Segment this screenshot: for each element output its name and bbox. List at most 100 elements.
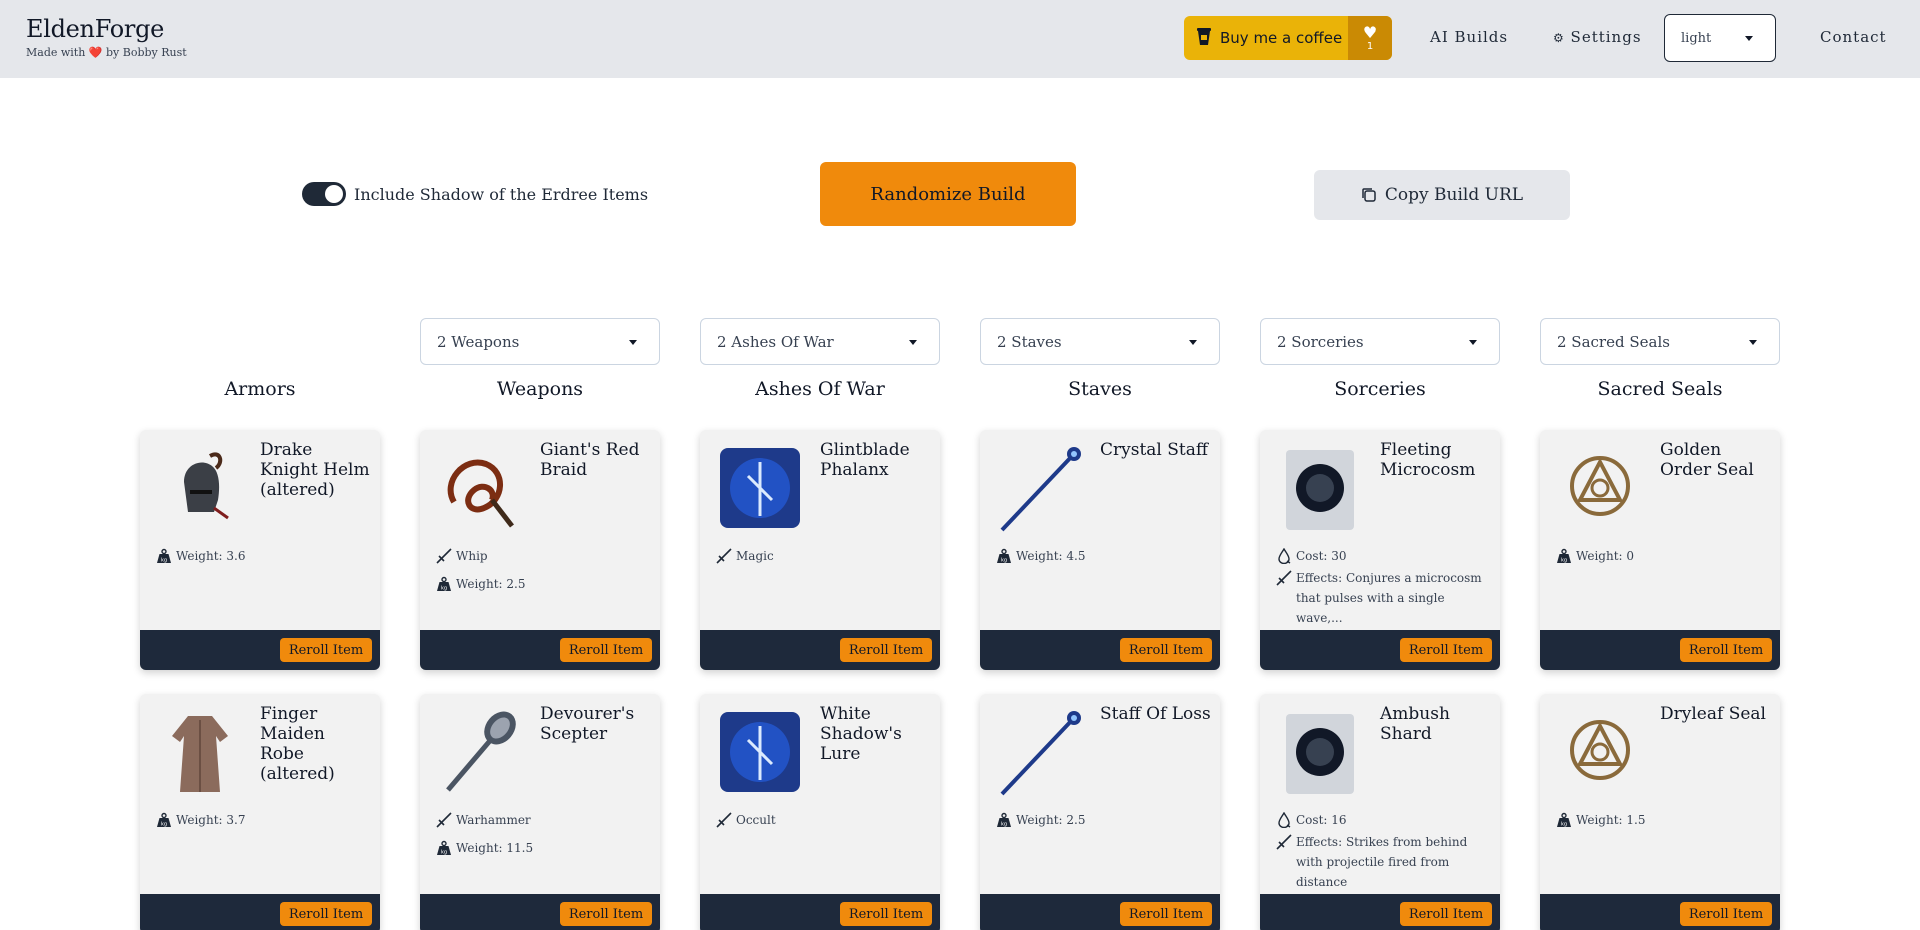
- nav-settings-label: Settings: [1570, 28, 1642, 46]
- copy-icon: [1361, 187, 1377, 203]
- sword-icon: [716, 812, 732, 828]
- item-stats: kg Weight: 1.5: [1556, 810, 1770, 838]
- item-stats: kg Weight: 2.5: [996, 810, 1210, 838]
- svg-text:kg: kg: [1001, 822, 1007, 828]
- sword-icon: [436, 812, 452, 828]
- coffee-likes[interactable]: ♥ 1: [1348, 16, 1392, 60]
- reroll-item-button[interactable]: Reroll Item: [1400, 638, 1492, 662]
- reroll-item-button[interactable]: Reroll Item: [1680, 902, 1772, 926]
- nav-ai-builds[interactable]: AI Builds: [1430, 28, 1508, 46]
- reroll-item-button[interactable]: Reroll Item: [560, 638, 652, 662]
- item-card: Staff Of Loss kg Weight: 2.5 Reroll Item: [980, 694, 1220, 930]
- brand-title[interactable]: EldenForge: [26, 14, 187, 44]
- reroll-item-button[interactable]: Reroll Item: [840, 638, 932, 662]
- copy-build-url-button[interactable]: Copy Build URL: [1314, 170, 1570, 220]
- svg-text:kg: kg: [1001, 558, 1007, 564]
- shadow-erdtree-toggle-row: Include Shadow of the Erdree Items: [302, 182, 648, 206]
- reroll-item-button[interactable]: Reroll Item: [280, 902, 372, 926]
- item-title: Glintblade Phalanx: [820, 440, 910, 480]
- reroll-item-button[interactable]: Reroll Item: [1120, 638, 1212, 662]
- ash-icon: [714, 442, 806, 534]
- sword-icon: [1276, 570, 1292, 586]
- weight-icon: kg: [156, 812, 172, 828]
- stat-text: Weight: 3.7: [176, 813, 246, 827]
- theme-value: light: [1681, 30, 1712, 46]
- stat-text: Weight: 2.5: [456, 577, 526, 591]
- item-card: Dryleaf Seal kg Weight: 1.5 Reroll Item: [1540, 694, 1780, 930]
- buy-me-coffee-button[interactable]: Buy me a coffee ♥ 1: [1184, 16, 1392, 60]
- chevron-down-icon: [1189, 339, 1197, 345]
- ash-icon: [714, 706, 806, 798]
- reroll-item-button[interactable]: Reroll Item: [840, 902, 932, 926]
- stat-text: Magic: [736, 549, 774, 563]
- stat-text: Effects: Strikes from behind with projec…: [1296, 835, 1468, 889]
- hammer-icon: [434, 706, 526, 798]
- item-stat: kg Weight: 0: [1556, 546, 1770, 566]
- item-card: Crystal Staff kg Weight: 4.5 Reroll Item: [980, 430, 1220, 670]
- item-title: Drake Knight Helm (altered): [260, 440, 370, 500]
- card-footer: Reroll Item: [980, 894, 1220, 930]
- item-title: Giant's Red Braid: [540, 440, 640, 480]
- reroll-item-button[interactable]: Reroll Item: [280, 638, 372, 662]
- select-value: 2 Weapons: [437, 332, 520, 351]
- item-stat: Occult: [716, 810, 930, 830]
- card-footer: Reroll Item: [700, 630, 940, 670]
- copy-label: Copy Build URL: [1384, 185, 1524, 205]
- weight-icon: kg: [436, 576, 452, 592]
- sword-icon: [716, 548, 732, 564]
- column-count-select[interactable]: 2 Sacred Seals: [1540, 318, 1780, 365]
- column-heading: Armors: [224, 378, 296, 400]
- item-stat: Magic: [716, 546, 930, 566]
- select-value: 2 Ashes Of War: [717, 332, 834, 351]
- column-count-select[interactable]: 2 Weapons: [420, 318, 660, 365]
- item-card: Finger Maiden Robe (altered) kg Weight: 3.…: [140, 694, 380, 930]
- brand-subtitle: Made with ❤️ by Bobby Rust: [26, 46, 187, 60]
- item-card: Golden Order Seal kg Weight: 0 Reroll Item: [1540, 430, 1780, 670]
- weight-icon: kg: [996, 812, 1012, 828]
- stat-text: Weight: 1.5: [1576, 813, 1646, 827]
- item-stats: Magic: [716, 546, 930, 574]
- column-heading: Sacred Seals: [1597, 378, 1723, 400]
- nav-contact[interactable]: Contact: [1820, 28, 1887, 46]
- card-footer: Reroll Item: [140, 894, 380, 930]
- randomize-build-button[interactable]: Randomize Build: [820, 162, 1076, 226]
- column-heading: Staves: [1068, 378, 1132, 400]
- card-footer: Reroll Item: [420, 894, 660, 930]
- nav-settings[interactable]: ⚙ Settings: [1553, 28, 1642, 46]
- item-stats: Warhammer kg Weight: 11.5: [436, 810, 650, 866]
- item-stat: Whip: [436, 546, 650, 566]
- sorcery-icon: [1274, 442, 1366, 534]
- coffee-main[interactable]: Buy me a coffee: [1184, 16, 1348, 60]
- reroll-item-button[interactable]: Reroll Item: [1680, 638, 1772, 662]
- reroll-item-button[interactable]: Reroll Item: [1400, 902, 1492, 926]
- column-count-select[interactable]: 2 Staves: [980, 318, 1220, 365]
- reroll-item-button[interactable]: Reroll Item: [1120, 902, 1212, 926]
- reroll-item-button[interactable]: Reroll Item: [560, 902, 652, 926]
- item-stat: kg Weight: 3.6: [156, 546, 370, 566]
- toggle-knob: [325, 185, 343, 203]
- weight-icon: kg: [996, 548, 1012, 564]
- sword-icon: [1276, 834, 1292, 850]
- item-stats: kg Weight: 0: [1556, 546, 1770, 574]
- select-value: 2 Sorceries: [1277, 332, 1364, 351]
- item-title: Staff Of Loss: [1100, 704, 1211, 724]
- brand-sub-post: by Bobby Rust: [106, 46, 187, 59]
- heart-icon: ❤️: [88, 46, 103, 59]
- chevron-down-icon: [1749, 339, 1757, 345]
- stat-text: Weight: 11.5: [456, 841, 534, 855]
- card-footer: Reroll Item: [1260, 894, 1500, 930]
- brand[interactable]: EldenForge Made with ❤️ by Bobby Rust: [26, 14, 187, 60]
- coffee-count: 1: [1366, 40, 1374, 52]
- column-count-select[interactable]: 2 Sorceries: [1260, 318, 1500, 365]
- column-count-select[interactable]: 2 Ashes Of War: [700, 318, 940, 365]
- item-stat: kg Weight: 4.5: [996, 546, 1210, 566]
- gear-icon: ⚙: [1553, 31, 1565, 45]
- item-title: Dryleaf Seal: [1660, 704, 1766, 724]
- shadow-erdtree-toggle[interactable]: [302, 182, 346, 206]
- seal-icon: [1554, 706, 1646, 798]
- weight-icon: kg: [436, 840, 452, 856]
- coffee-cup-icon: [1196, 26, 1212, 50]
- card-footer: Reroll Item: [140, 630, 380, 670]
- sword-icon: [436, 548, 452, 564]
- theme-select[interactable]: light: [1664, 14, 1776, 62]
